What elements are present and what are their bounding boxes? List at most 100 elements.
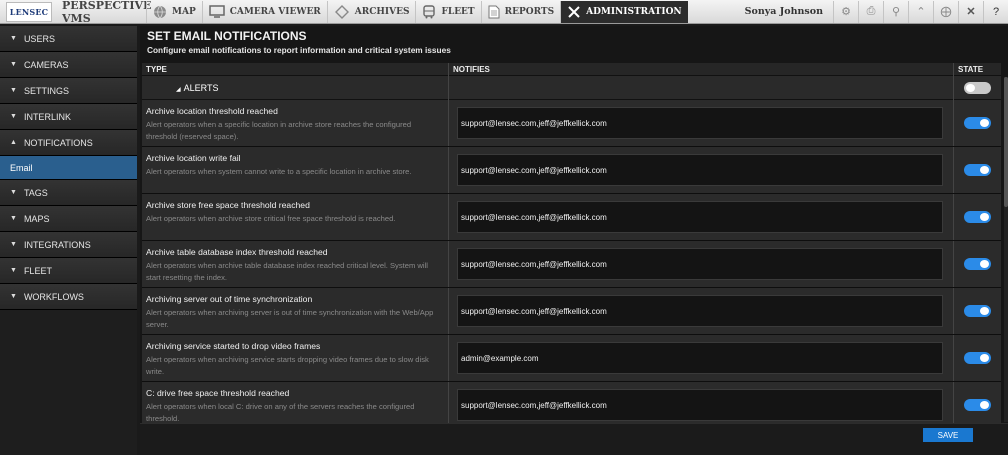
bus-icon	[423, 4, 436, 18]
email-field[interactable]	[457, 248, 943, 280]
collapse-icon[interactable]: ⌃	[908, 0, 933, 23]
table-row: Archiving server out of time synchroniza…	[142, 288, 1001, 335]
chevron-down-icon: ▼	[10, 35, 17, 42]
search-icon[interactable]: ⚲	[883, 0, 908, 23]
page-title: SET EMAIL NOTIFICATIONS	[147, 29, 307, 43]
chevron-down-icon: ▼	[10, 189, 17, 196]
state-toggle[interactable]	[964, 258, 991, 270]
state-toggle[interactable]	[964, 352, 991, 364]
table-scrollbar[interactable]	[1004, 77, 1008, 422]
row-description: Alert operators when local C: drive on a…	[146, 402, 415, 423]
chevron-down-icon: ▼	[10, 293, 17, 300]
nav-reports[interactable]: REPORTS	[480, 0, 560, 23]
current-user[interactable]: Sonya Johnson	[735, 6, 833, 17]
lensec-logo: LENSEC	[6, 1, 52, 22]
state-toggle[interactable]	[964, 211, 991, 223]
tools-icon	[568, 5, 580, 18]
chevron-down-icon: ▼	[10, 87, 17, 94]
chevron-down-icon: ▼	[10, 61, 17, 68]
sidebar-item-fleet[interactable]: ▼ FLEET	[0, 258, 137, 284]
email-field[interactable]	[457, 389, 943, 421]
alerts-group-row[interactable]: ◢ ALERTS	[142, 75, 1001, 100]
chevron-down-icon: ▼	[10, 267, 17, 274]
sidebar-item-notifications[interactable]: ▲ NOTIFICATIONS	[0, 130, 137, 156]
sidebar-item-integrations[interactable]: ▼ INTEGRATIONS	[0, 232, 137, 258]
nav-administration[interactable]: ADMINISTRATION	[560, 0, 688, 23]
monitor-icon	[208, 5, 225, 18]
row-name: Archive location threshold reached	[146, 106, 278, 116]
state-toggle[interactable]	[964, 117, 991, 129]
scrollbar-thumb[interactable]	[1004, 77, 1008, 207]
sidebar-item-label: INTERLINK	[23, 111, 71, 122]
row-description: Alert operators when system cannot write…	[146, 167, 412, 176]
sidebar-item-maps[interactable]: ▼ MAPS	[0, 206, 137, 232]
nav-archives-label: ARCHIVES	[354, 6, 410, 17]
expand-triangle-icon: ◢	[176, 86, 181, 93]
table-row: Archive location write fail Alert operato…	[142, 147, 1001, 194]
sidebar-item-label: TAGS	[23, 187, 48, 198]
alerts-group-label-cell: ◢ ALERTS	[142, 83, 448, 93]
nav-fleet-label: FLEET	[441, 6, 475, 17]
gear-icon[interactable]: ⚙	[833, 0, 858, 23]
sidebar-item-users[interactable]: ▼ USERS	[0, 26, 137, 52]
nav-archives[interactable]: ARCHIVES	[326, 0, 416, 23]
help-icon[interactable]: ?	[983, 0, 1008, 23]
sidebar-item-label: CAMERAS	[23, 59, 69, 70]
notifications-table: TYPE NOTIFIES STATE ◢ ALERTS Archive loca…	[142, 63, 1001, 423]
email-field[interactable]	[457, 295, 943, 327]
table-row: Archive store free space threshold reach…	[142, 194, 1001, 241]
chevron-up-icon: ▲	[10, 139, 17, 146]
product-name: PERSPECTIVE VMS	[62, 0, 152, 25]
sidebar-item-tags[interactable]: ▼ TAGS	[0, 180, 137, 206]
alerts-group-notifies-cell	[448, 75, 953, 100]
sidebar-item-workflows[interactable]: ▼ WORKFLOWS	[0, 284, 137, 310]
sidebar-item-label: USERS	[23, 33, 55, 44]
nav-camera-viewer-label: CAMERA VIEWER	[229, 6, 321, 17]
sidebar-item-label: INTEGRATIONS	[23, 239, 91, 250]
sidebar-item-settings[interactable]: ▼ SETTINGS	[0, 78, 137, 104]
sidebar-item-label: SETTINGS	[23, 85, 69, 96]
email-field[interactable]	[457, 342, 943, 374]
state-toggle[interactable]	[964, 305, 991, 317]
nav-camera-viewer[interactable]: CAMERA VIEWER	[201, 0, 327, 23]
close-icon[interactable]: ✕	[958, 0, 983, 23]
alerts-group-label: ALERTS	[183, 82, 219, 93]
save-button[interactable]: SAVE	[923, 428, 973, 442]
column-header-notifies: NOTIFIES	[448, 63, 953, 76]
printer-icon[interactable]: ⎙	[858, 0, 883, 23]
row-name: Archive store free space threshold reach…	[146, 200, 310, 210]
row-name: C: drive free space threshold reached	[146, 388, 290, 398]
alerts-group-toggle[interactable]	[964, 81, 991, 94]
row-name: Archive location write fail	[146, 153, 241, 163]
sidebar-item-email[interactable]: Email	[0, 156, 137, 180]
email-field[interactable]	[457, 107, 943, 139]
row-name: Archiving server out of time synchroniza…	[146, 294, 313, 304]
row-description: Alert operators when archiving server is…	[146, 308, 434, 329]
table-header: TYPE NOTIFIES STATE	[142, 63, 1001, 76]
row-description: Alert operators when a specific location…	[146, 120, 412, 141]
row-description: Alert operators when archiving service s…	[146, 355, 429, 376]
sidebar-item-cameras[interactable]: ▼ CAMERAS	[0, 52, 137, 78]
nav-administration-label: ADMINISTRATION	[586, 6, 682, 17]
sidebar-item-label: FLEET	[23, 265, 52, 276]
chevron-down-icon: ▼	[10, 113, 17, 120]
state-toggle[interactable]	[964, 164, 991, 176]
sidebar-item-label: WORKFLOWS	[23, 291, 84, 302]
sidebar-item-interlink[interactable]: ▼ INTERLINK	[0, 104, 137, 130]
email-field[interactable]	[457, 201, 943, 233]
row-description: Alert operators when archive table datab…	[146, 261, 428, 282]
nav-fleet[interactable]: FLEET	[415, 0, 480, 23]
fullscreen-icon[interactable]: ⨁	[933, 0, 958, 23]
sidebar-item-label: Email	[10, 162, 33, 173]
chevron-down-icon: ▼	[10, 241, 17, 248]
nav-map[interactable]: MAP	[146, 0, 202, 23]
main-panel: SET EMAIL NOTIFICATIONS Configure email …	[140, 26, 1008, 455]
state-toggle[interactable]	[964, 399, 991, 411]
sidebar-item-label: NOTIFICATIONS	[23, 137, 93, 148]
sidebar-item-label: MAPS	[23, 213, 50, 224]
email-field[interactable]	[457, 154, 943, 186]
table-row: C: drive free space threshold reached Ale…	[142, 382, 1001, 423]
row-name: Archive table database index threshold r…	[146, 247, 328, 257]
archive-icon	[334, 4, 349, 19]
row-name: Archiving service started to drop video …	[146, 341, 321, 351]
